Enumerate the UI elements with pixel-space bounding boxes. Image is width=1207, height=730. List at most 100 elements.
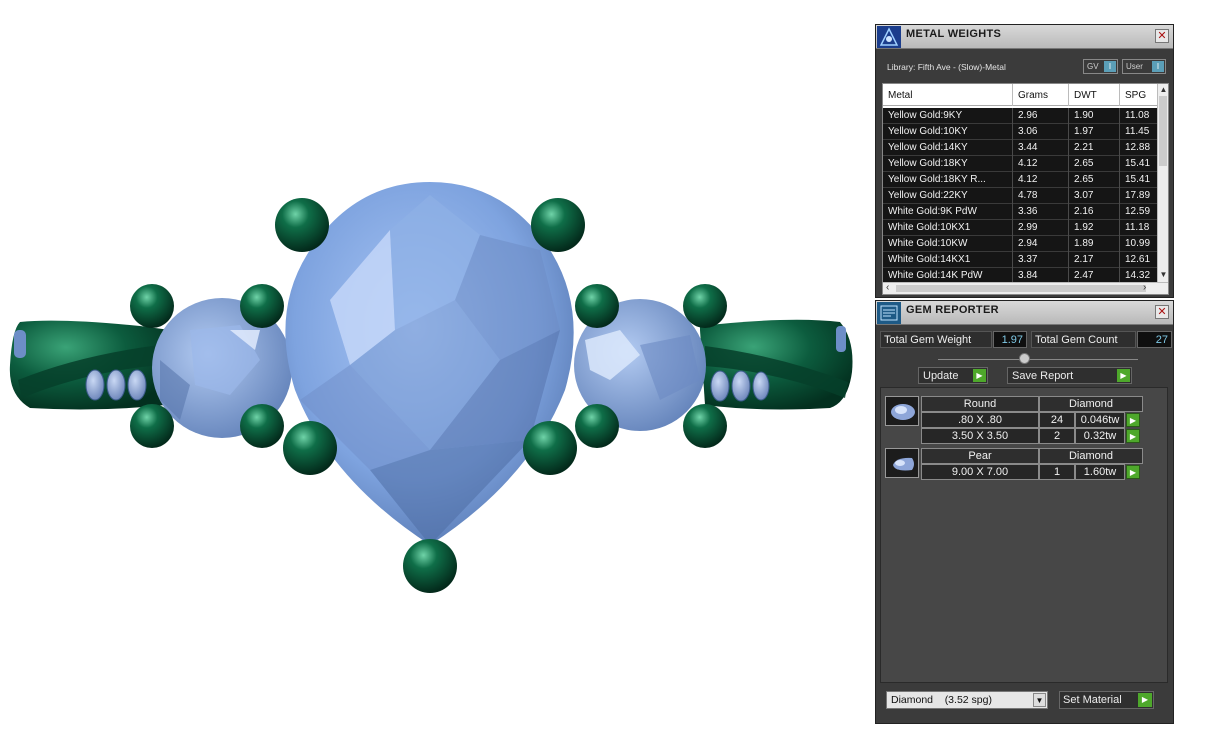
material-select[interactable]: Diamond (3.52 spg) ▼ bbox=[886, 691, 1048, 709]
cell-dwt: 2.17 bbox=[1074, 254, 1094, 265]
scroll-right-icon[interactable]: › bbox=[1143, 282, 1146, 293]
table-row[interactable]: White Gold:14KX1 3.37 2.17 12.61 bbox=[883, 252, 1159, 268]
gem-shape: Pear bbox=[921, 448, 1039, 464]
save-report-label: Save Report bbox=[1012, 370, 1074, 382]
gem-size: 9.00 X 7.00 bbox=[921, 464, 1039, 480]
play-arrow-icon: ▶ bbox=[973, 369, 986, 382]
gem-material: Diamond bbox=[1039, 396, 1143, 412]
total-gem-count-label: Total Gem Count bbox=[1031, 331, 1136, 348]
cell-grams: 2.94 bbox=[1018, 238, 1038, 249]
play-arrow-icon[interactable]: ▶ bbox=[1126, 413, 1140, 427]
pear-gem-thumbnail[interactable] bbox=[885, 448, 919, 478]
table-row[interactable]: White Gold:10KW 2.94 1.89 10.99 bbox=[883, 236, 1159, 252]
gem-reporter-icon bbox=[877, 302, 901, 324]
cell-metal: White Gold:14K PdW bbox=[888, 270, 983, 281]
cell-grams: 3.84 bbox=[1018, 270, 1038, 281]
cell-grams: 3.37 bbox=[1018, 254, 1038, 265]
gem-reporter-panel: GEM REPORTER ✕ Total Gem Weight 1.97 Tot… bbox=[875, 300, 1174, 724]
cell-metal: Yellow Gold:10KY bbox=[888, 126, 968, 137]
hscroll-thumb[interactable] bbox=[896, 285, 1146, 292]
table-row[interactable]: Yellow Gold:18KY R... 4.12 2.65 15.41 bbox=[883, 172, 1159, 188]
cell-spg: 17.89 bbox=[1125, 190, 1151, 201]
cell-dwt: 1.97 bbox=[1074, 126, 1094, 137]
cell-grams: 4.12 bbox=[1018, 174, 1038, 185]
material-bar: Diamond (3.52 spg) ▼ Set Material ▶ bbox=[886, 691, 1166, 711]
round-gem-icon bbox=[891, 404, 915, 420]
col-header-grams[interactable]: Grams bbox=[1018, 90, 1048, 101]
metal-weights-table[interactable]: Metal Grams DWT SPG Yellow Gold:9KY 2.96 1… bbox=[882, 83, 1169, 295]
gem-count: 1 bbox=[1039, 464, 1075, 480]
cell-dwt: 1.89 bbox=[1074, 238, 1094, 249]
scroll-down-icon[interactable]: ▼ bbox=[1158, 270, 1168, 279]
play-arrow-icon[interactable]: ▶ bbox=[1126, 465, 1140, 479]
close-icon[interactable]: ✕ bbox=[1155, 29, 1169, 43]
set-material-button[interactable]: Set Material ▶ bbox=[1059, 691, 1154, 709]
table-row[interactable]: White Gold:10KX1 2.99 1.92 11.18 bbox=[883, 220, 1159, 236]
update-label: Update bbox=[923, 370, 959, 382]
gem-count: 24 bbox=[1039, 412, 1075, 428]
gem-weight: 0.32tw bbox=[1075, 428, 1125, 444]
metal-weights-titlebar[interactable]: METAL WEIGHTS ✕ bbox=[876, 25, 1173, 49]
play-arrow-icon[interactable]: ▶ bbox=[1126, 429, 1140, 443]
gem-size: 3.50 X 3.50 bbox=[921, 428, 1039, 444]
cell-grams: 3.36 bbox=[1018, 206, 1038, 217]
3d-viewport[interactable] bbox=[0, 0, 870, 730]
cell-metal: Yellow Gold:18KY bbox=[888, 158, 968, 169]
totals-row: Total Gem Weight 1.97 Total Gem Count 27 bbox=[880, 331, 1172, 348]
table-header: Metal Grams DWT SPG bbox=[883, 84, 1159, 106]
gem-group-round: Round Diamond .80 X .80 24 0.046tw ▶ 3.5… bbox=[885, 396, 1147, 448]
save-report-button[interactable]: Save Report ▶ bbox=[1007, 367, 1132, 384]
cell-dwt: 1.92 bbox=[1074, 222, 1094, 233]
table-row[interactable]: Yellow Gold:10KY 3.06 1.97 11.45 bbox=[883, 124, 1159, 140]
splitter-handle[interactable] bbox=[1019, 353, 1030, 364]
cell-grams: 2.96 bbox=[1018, 110, 1038, 121]
cell-spg: 12.59 bbox=[1125, 206, 1151, 217]
dropdown-arrow-icon[interactable]: ▼ bbox=[1033, 693, 1046, 707]
vertical-scrollbar[interactable]: ▲ ▼ bbox=[1157, 84, 1168, 284]
user-label: User bbox=[1126, 62, 1143, 71]
cell-metal: White Gold:9K PdW bbox=[888, 206, 977, 217]
user-toggle-button[interactable]: User I bbox=[1122, 59, 1166, 74]
col-header-metal[interactable]: Metal bbox=[888, 90, 912, 101]
total-gem-weight-value: 1.97 bbox=[993, 331, 1027, 348]
material-select-value: Diamond (3.52 spg) bbox=[891, 694, 992, 706]
cell-dwt: 2.47 bbox=[1074, 270, 1094, 281]
table-row[interactable]: White Gold:9K PdW 3.36 2.16 12.59 bbox=[883, 204, 1159, 220]
scroll-thumb[interactable] bbox=[1159, 96, 1167, 166]
gem-reporter-titlebar[interactable]: GEM REPORTER ✕ bbox=[876, 301, 1173, 325]
cell-spg: 14.32 bbox=[1125, 270, 1151, 281]
update-button[interactable]: Update ▶ bbox=[918, 367, 988, 384]
round-gem-thumbnail[interactable] bbox=[885, 396, 919, 426]
cell-metal: White Gold:10KW bbox=[888, 238, 968, 249]
close-icon[interactable]: ✕ bbox=[1155, 305, 1169, 319]
cell-spg: 11.45 bbox=[1125, 126, 1150, 137]
cell-grams: 4.12 bbox=[1018, 158, 1038, 169]
gem-weight: 1.60tw bbox=[1075, 464, 1125, 480]
panel-title: METAL WEIGHTS bbox=[906, 28, 1002, 40]
gem-group-pear: Pear Diamond 9.00 X 7.00 1 1.60tw ▶ bbox=[885, 448, 1147, 482]
cell-spg: 11.18 bbox=[1125, 222, 1150, 233]
cell-metal: Yellow Gold:22KY bbox=[888, 190, 968, 201]
horizontal-scrollbar[interactable]: ‹ › bbox=[883, 282, 1168, 294]
table-row[interactable]: Yellow Gold:9KY 2.96 1.90 11.08 bbox=[883, 108, 1159, 124]
scroll-left-icon[interactable]: ‹ bbox=[886, 282, 889, 293]
cell-grams: 3.06 bbox=[1018, 126, 1038, 137]
pear-gem-icon bbox=[893, 457, 914, 471]
col-header-dwt[interactable]: DWT bbox=[1074, 90, 1097, 101]
cell-metal: Yellow Gold:18KY R... bbox=[888, 174, 986, 185]
gv-toggle-button[interactable]: GV I bbox=[1083, 59, 1118, 74]
pave-stones-left bbox=[85, 369, 147, 401]
gv-toggle-icon: I bbox=[1104, 61, 1116, 72]
metal-weights-panel: METAL WEIGHTS ✕ Library: Fifth Ave - (Sl… bbox=[875, 24, 1174, 298]
cell-metal: Yellow Gold:14KY bbox=[888, 142, 968, 153]
cell-spg: 12.88 bbox=[1125, 142, 1151, 153]
table-row[interactable]: Yellow Gold:14KY 3.44 2.21 12.88 bbox=[883, 140, 1159, 156]
play-arrow-icon: ▶ bbox=[1138, 693, 1152, 707]
table-row[interactable]: Yellow Gold:18KY 4.12 2.65 15.41 bbox=[883, 156, 1159, 172]
scroll-up-icon[interactable]: ▲ bbox=[1158, 85, 1168, 94]
splitter-line bbox=[938, 359, 1138, 360]
table-body: Yellow Gold:9KY 2.96 1.90 11.08 Yellow Gold:… bbox=[883, 108, 1159, 284]
library-row: Library: Fifth Ave - (Slow)-Metal GV I U… bbox=[876, 57, 1173, 77]
col-header-spg[interactable]: SPG bbox=[1125, 90, 1146, 101]
table-row[interactable]: Yellow Gold:22KY 4.78 3.07 17.89 bbox=[883, 188, 1159, 204]
